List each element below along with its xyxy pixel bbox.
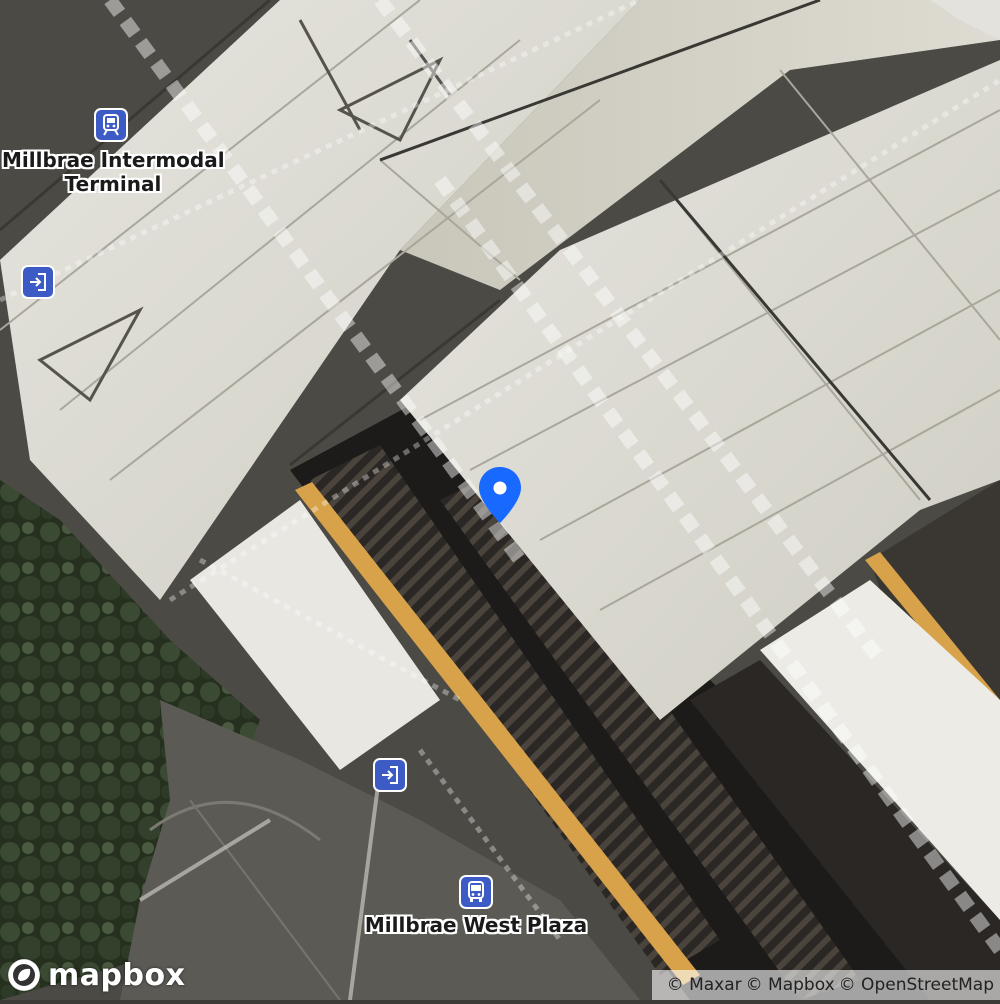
mapbox-logo-text: mapbox bbox=[48, 957, 186, 993]
entrance-icon[interactable] bbox=[23, 267, 53, 297]
attribution-maxar[interactable]: © Maxar bbox=[667, 975, 742, 995]
attribution-openstreetmap[interactable]: © OpenStreetMap bbox=[839, 975, 994, 995]
poi-label-line: Terminal bbox=[64, 172, 162, 196]
poi-label-millbrae-intermodal-terminal[interactable]: Millbrae Intermodal Terminal bbox=[2, 148, 225, 196]
attribution-bar: © Maxar © Mapbox © OpenStreetMap bbox=[652, 970, 1000, 1000]
mapbox-logo-icon bbox=[7, 958, 41, 992]
bus-stop-icon[interactable] bbox=[461, 877, 491, 907]
rail-station-icon[interactable] bbox=[96, 110, 126, 140]
map-pin-icon bbox=[479, 467, 521, 523]
location-marker[interactable] bbox=[476, 465, 524, 525]
poi-label-millbrae-west-plaza[interactable]: Millbrae West Plaza bbox=[356, 913, 596, 937]
poi-label-line: Millbrae West Plaza bbox=[364, 913, 588, 937]
satellite-map[interactable]: Millbrae Intermodal Terminal Millbrae We… bbox=[0, 0, 1000, 1001]
poi-label-line: Millbrae Intermodal bbox=[2, 148, 225, 172]
mapbox-logo[interactable]: mapbox bbox=[6, 955, 185, 995]
attribution-mapbox[interactable]: © Mapbox bbox=[746, 975, 835, 995]
entrance-icon[interactable] bbox=[375, 760, 405, 790]
